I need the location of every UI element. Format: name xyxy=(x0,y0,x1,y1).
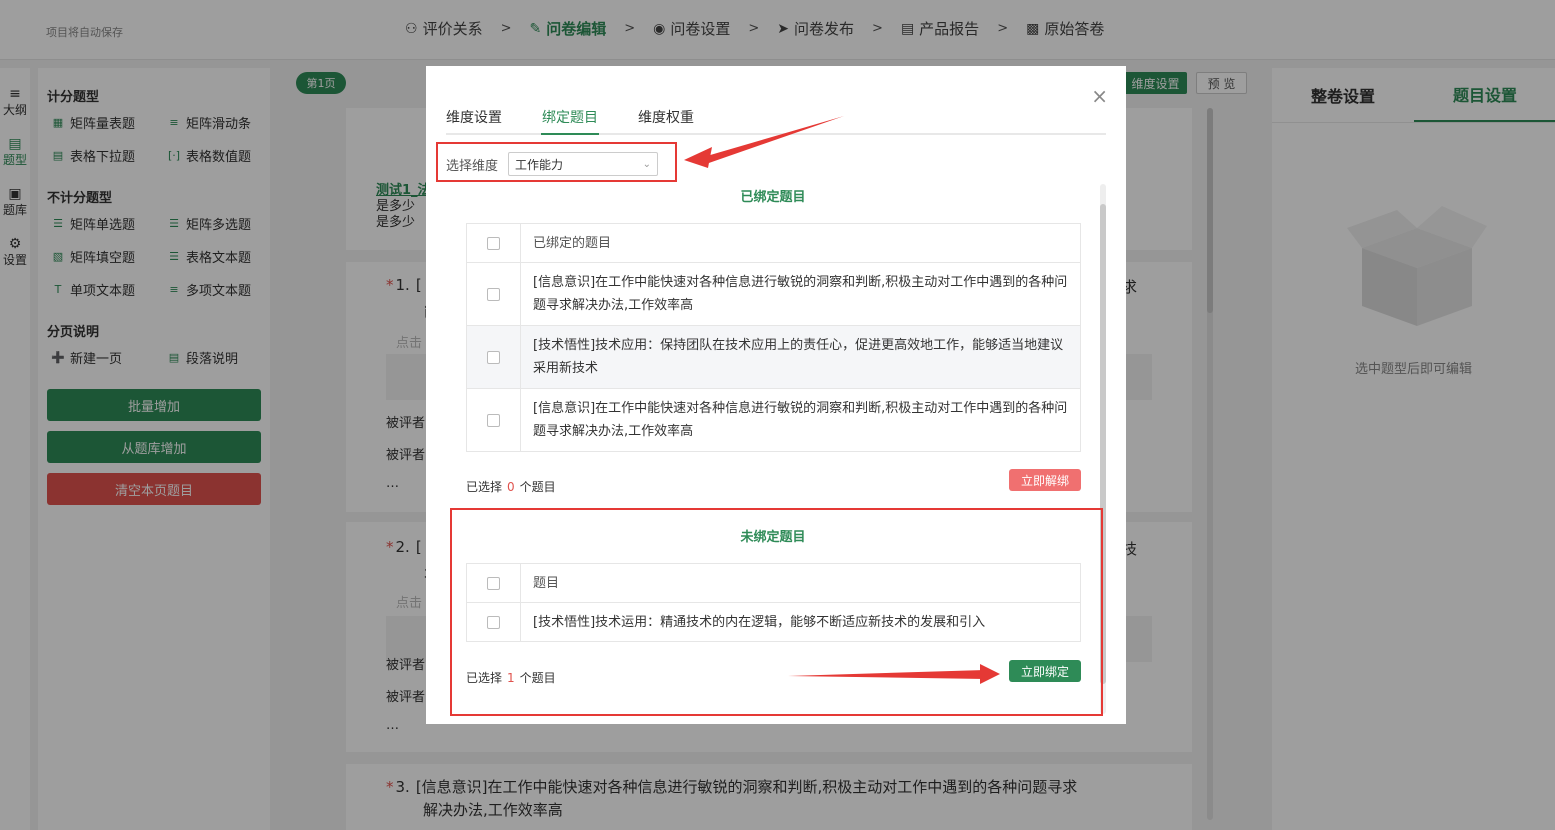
question-cell: [技术悟性]技术应用：保持团队在技术应用上的责任心，促进更高效地工作，能够适当地… xyxy=(533,338,1064,376)
active-tab-indicator xyxy=(541,133,599,135)
table-header-cell: 已绑定的题目 xyxy=(533,235,612,251)
select-all-checkbox[interactable] xyxy=(487,236,500,250)
annotation-box-dimension xyxy=(436,142,677,182)
selection-suffix: 个题目 xyxy=(519,480,556,494)
tab-bind-questions[interactable]: 绑定题目 xyxy=(542,107,598,127)
row-checkbox[interactable] xyxy=(487,350,500,364)
table-row[interactable]: [技术悟性]技术应用：保持团队在技术应用上的责任心，促进更高效地工作，能够适当地… xyxy=(467,325,1080,388)
modal-tabs: 维度设置 绑定题目 维度权重 xyxy=(446,104,1106,135)
table-row[interactable]: [信息意识]在工作中能快速对各种信息进行敏锐的洞察和判断,积极主动对工作中遇到的… xyxy=(467,388,1080,451)
table-header-row: 已绑定的题目 xyxy=(467,224,1080,262)
question-cell: [信息意识]在工作中能快速对各种信息进行敏锐的洞察和判断,积极主动对工作中遇到的… xyxy=(533,401,1068,439)
bound-questions-table: 已绑定的题目 [信息意识]在工作中能快速对各种信息进行敏锐的洞察和判断,积极主动… xyxy=(466,223,1081,452)
question-cell: [信息意识]在工作中能快速对各种信息进行敏锐的洞察和判断,积极主动对工作中遇到的… xyxy=(533,275,1068,313)
table-row[interactable]: [信息意识]在工作中能快速对各种信息进行敏锐的洞察和判断,积极主动对工作中遇到的… xyxy=(467,262,1080,325)
tab-dimension-weight[interactable]: 维度权重 xyxy=(638,107,694,127)
bound-section-title: 已绑定题目 xyxy=(740,190,806,205)
row-checkbox[interactable] xyxy=(487,287,500,301)
close-icon[interactable]: × xyxy=(1091,86,1108,106)
selection-prefix: 已选择 xyxy=(466,480,503,494)
bound-selection-count: 已选择 0 个题目 xyxy=(466,478,556,495)
annotation-box-unbound xyxy=(450,508,1103,716)
row-checkbox[interactable] xyxy=(487,413,500,427)
selection-number: 0 xyxy=(507,480,515,494)
tab-dimension-settings[interactable]: 维度设置 xyxy=(446,107,502,127)
unbind-now-button[interactable]: 立即解绑 xyxy=(1009,469,1081,491)
